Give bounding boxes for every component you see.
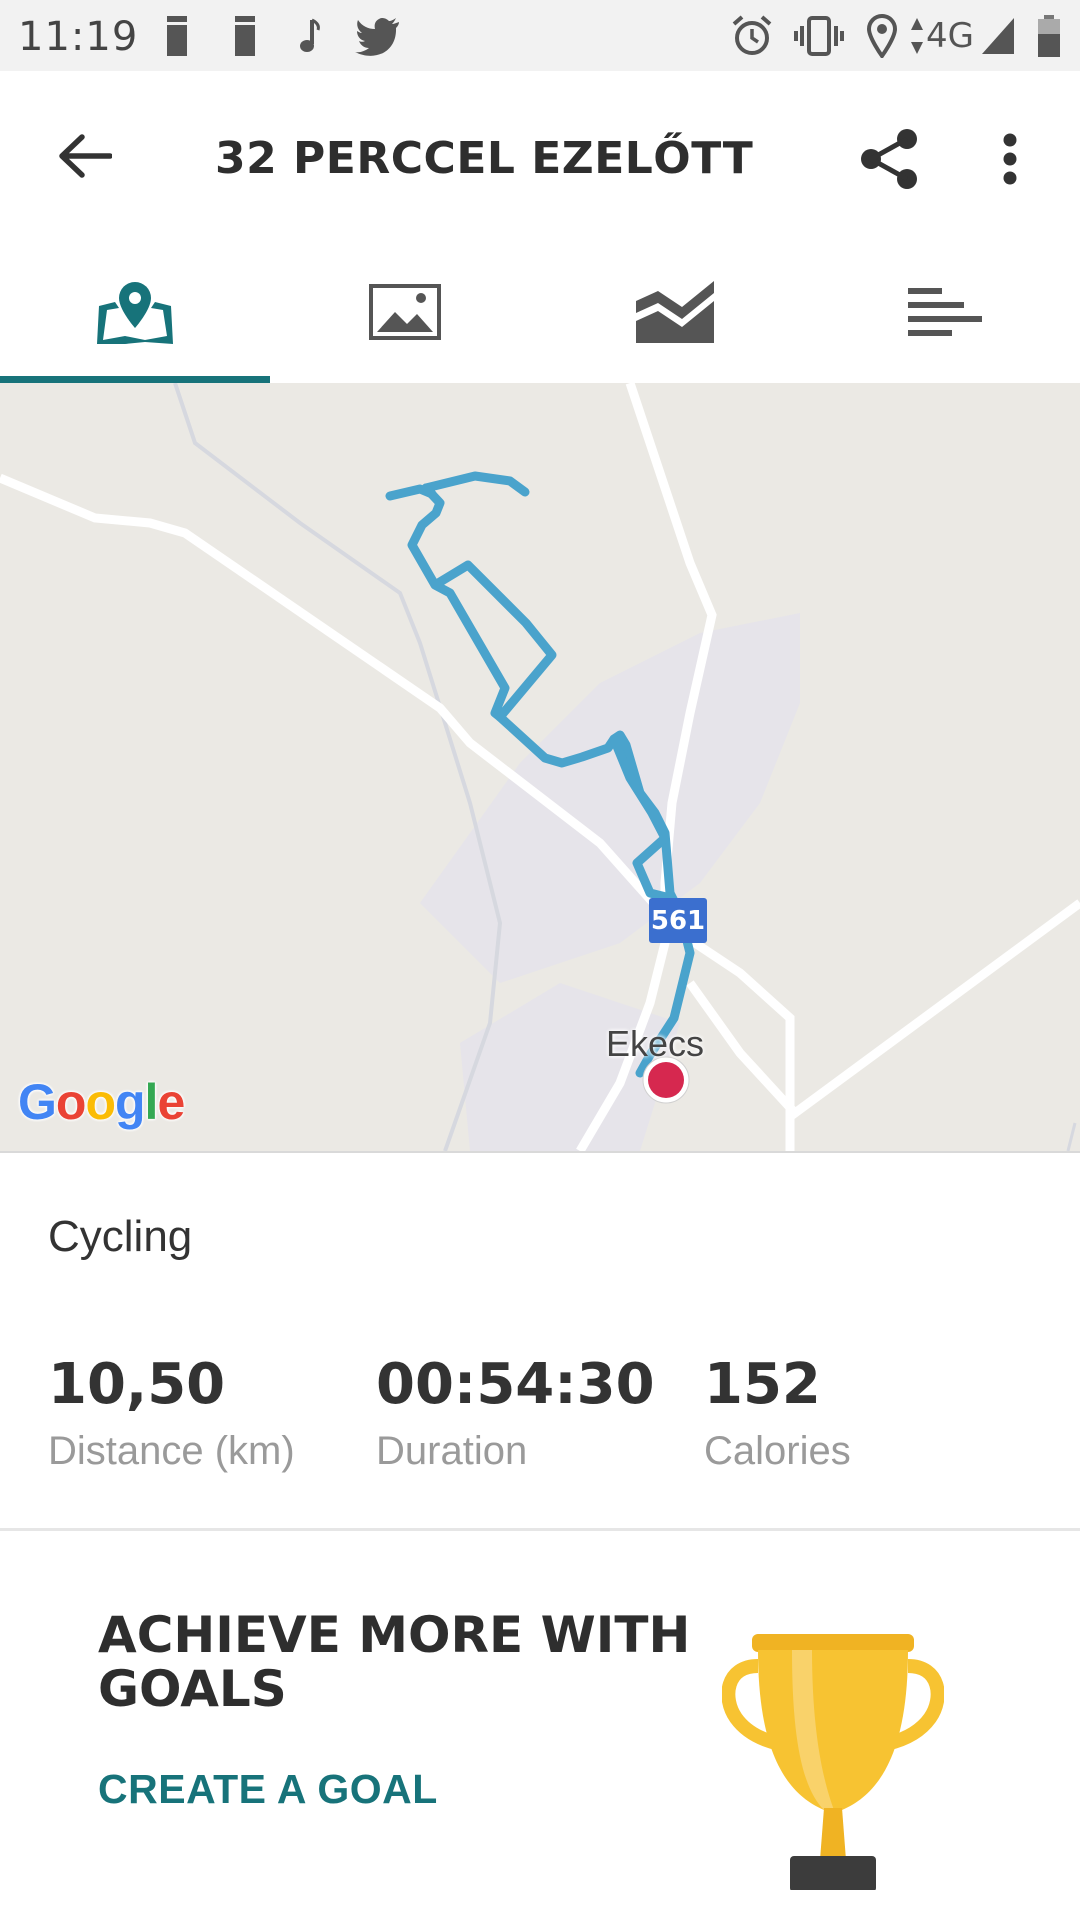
end-marker[interactable]: [648, 1062, 684, 1098]
app-bar: 32 PERCCEL EZELŐTT: [0, 71, 1080, 241]
trophy-icon: [721, 1628, 945, 1895]
stat-value: 10,50: [48, 1352, 226, 1417]
page-title: 32 PERCCEL EZELŐTT: [215, 133, 754, 184]
goals-title: ACHIEVE MORE WITH GOALS: [98, 1606, 691, 1718]
stat-label: Distance (km): [48, 1429, 295, 1473]
more-vert-icon: [1003, 133, 1017, 184]
tab-photos[interactable]: [270, 241, 540, 383]
stat-duration: 00:54:30 Duration: [376, 1352, 655, 1474]
vibrate-icon: [792, 14, 846, 58]
map-canvas: [0, 383, 1080, 1151]
arrow-back-icon: [59, 134, 112, 178]
stat-distance: 10,50 Distance (km): [48, 1352, 295, 1474]
music-note-icon: [296, 14, 326, 58]
notification-icon: [234, 14, 256, 58]
tab-details[interactable]: [810, 241, 1080, 383]
create-goal-button[interactable]: CREATE A GOAL: [98, 1766, 438, 1813]
road-number-badge: 561: [649, 898, 707, 943]
location-icon: [866, 14, 898, 58]
place-label: Ekecs: [606, 1023, 705, 1064]
more-options-button[interactable]: [985, 121, 1035, 196]
stat-value: 152: [704, 1352, 821, 1417]
network-type: 4G: [926, 16, 974, 56]
stat-value: 00:54:30: [376, 1352, 655, 1417]
chart-icon: [636, 281, 714, 343]
signal-icon: [980, 14, 1016, 58]
tab-bar: [0, 241, 1080, 383]
status-bar: 11:19 4G: [0, 0, 1080, 71]
status-time: 11:19: [18, 14, 139, 60]
route-map[interactable]: 561 Ekecs Google: [0, 383, 1080, 1151]
share-icon: [860, 128, 917, 189]
back-button[interactable]: [50, 121, 120, 191]
data-arrows-icon: [910, 14, 924, 58]
image-icon: [369, 284, 441, 340]
map-pin-icon: [97, 282, 173, 344]
section-divider: [0, 1528, 1080, 1531]
share-button[interactable]: [852, 121, 927, 196]
list-icon: [908, 288, 982, 336]
tab-charts[interactable]: [540, 241, 810, 383]
stat-label: Calories: [704, 1429, 851, 1473]
alarm-icon: [730, 14, 774, 58]
tab-map[interactable]: [0, 241, 270, 383]
stat-calories: 152 Calories: [704, 1352, 851, 1474]
activity-type: Cycling: [48, 1212, 193, 1261]
notification-icon: [166, 14, 188, 58]
google-logo[interactable]: Google: [18, 1073, 185, 1131]
twitter-icon: [355, 14, 401, 58]
map-divider: [0, 1151, 1080, 1153]
stat-label: Duration: [376, 1429, 528, 1473]
battery-icon: [1036, 14, 1062, 58]
